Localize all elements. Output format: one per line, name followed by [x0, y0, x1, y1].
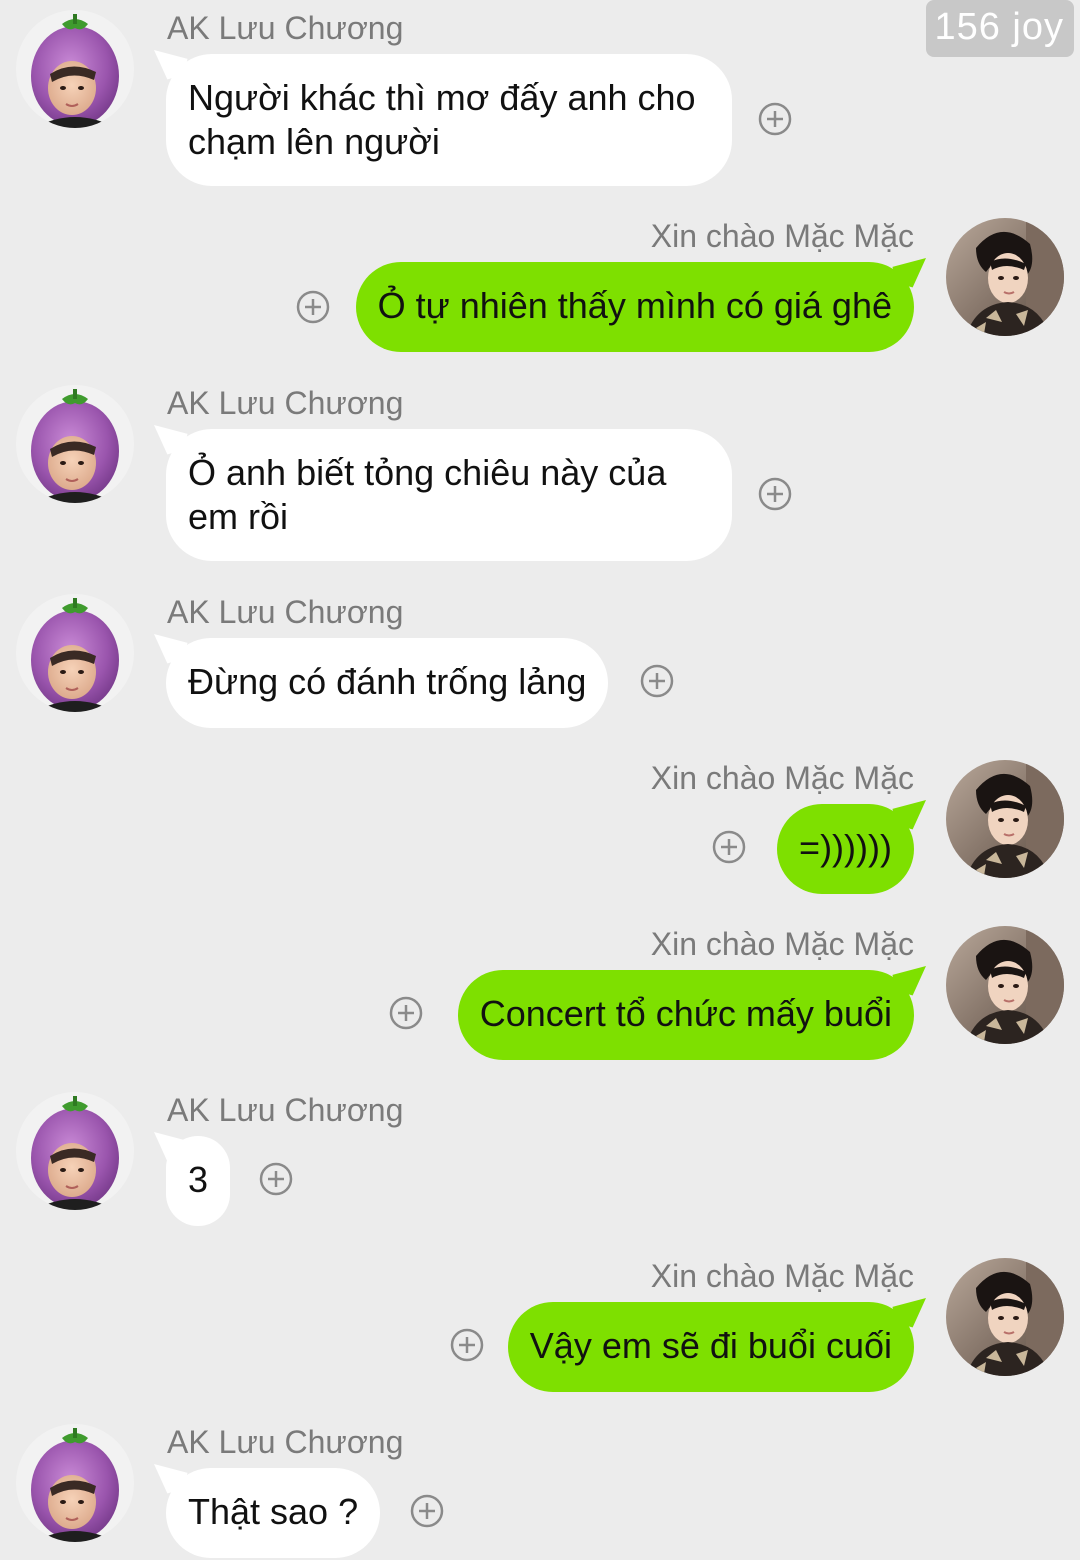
message-bubble[interactable]: Đừng có đánh trống lảng	[166, 638, 609, 728]
message-bubble[interactable]: Người khác thì mơ đấy anh cho chạm lên n…	[166, 54, 732, 186]
chat-message-outgoing: Xin chào Mặc Mặc =))))))	[0, 760, 1080, 900]
plus-circle-icon[interactable]	[259, 1162, 293, 1196]
chat-message-incoming: AK Lưu Chương Người khác thì mơ đấy anh …	[0, 10, 1080, 190]
plus-circle-icon[interactable]	[410, 1494, 444, 1528]
sender-name: Xin chào Mặc Mặc	[650, 926, 914, 962]
plus-circle-icon[interactable]	[712, 830, 746, 864]
eggplant-hat-avatar[interactable]	[16, 594, 134, 712]
plus-circle-icon[interactable]	[389, 996, 423, 1030]
message-bubble[interactable]: Ỏ anh biết tỏng chiêu này của em rồi	[166, 429, 732, 561]
chat-message-incoming: AK Lưu Chương 3	[0, 1092, 1080, 1232]
message-bubble[interactable]: Ỏ tự nhiên thấy mình có giá ghê	[355, 262, 914, 352]
profile-photo-avatar[interactable]	[946, 760, 1064, 878]
sender-name: AK Lưu Chương	[167, 594, 404, 630]
profile-photo-avatar[interactable]	[946, 1258, 1064, 1376]
message-bubble[interactable]: Thật sao ?	[166, 1468, 381, 1558]
eggplant-hat-avatar[interactable]	[16, 385, 134, 503]
sender-name: AK Lưu Chương	[167, 10, 404, 46]
message-bubble[interactable]: =))))))	[777, 804, 914, 894]
sender-name: Xin chào Mặc Mặc	[650, 218, 914, 254]
eggplant-hat-avatar[interactable]	[16, 1424, 134, 1542]
chat-message-incoming: AK Lưu Chương Ỏ anh biết tỏng chiêu này …	[0, 385, 1080, 565]
chat-message-outgoing: Xin chào Mặc Mặc Vậy em sẽ đi buổi cuối	[0, 1258, 1080, 1398]
sender-name: AK Lưu Chương	[167, 385, 404, 421]
profile-photo-avatar[interactable]	[946, 926, 1064, 1044]
eggplant-hat-avatar[interactable]	[16, 10, 134, 128]
sender-name: Xin chào Mặc Mặc	[650, 760, 914, 796]
sender-name: Xin chào Mặc Mặc	[650, 1258, 914, 1294]
chat-message-outgoing: Xin chào Mặc Mặc Ỏ tự nhiên thấy mình có…	[0, 218, 1080, 358]
profile-photo-avatar[interactable]	[946, 218, 1064, 336]
chat-message-incoming: AK Lưu Chương Đừng có đánh trống lảng	[0, 594, 1080, 734]
message-bubble[interactable]: Vậy em sẽ đi buổi cuối	[507, 1302, 914, 1392]
plus-circle-icon[interactable]	[758, 477, 792, 511]
eggplant-hat-avatar[interactable]	[16, 1092, 134, 1210]
sender-name: AK Lưu Chương	[167, 1424, 404, 1460]
message-bubble[interactable]: 3	[166, 1136, 231, 1226]
plus-circle-icon[interactable]	[450, 1328, 484, 1362]
plus-circle-icon[interactable]	[296, 290, 330, 324]
chat-message-outgoing: Xin chào Mặc Mặc Concert tổ chức mấy buổ…	[0, 926, 1080, 1066]
chat-message-incoming: AK Lưu Chương Thật sao ?	[0, 1424, 1080, 1560]
message-bubble[interactable]: Concert tổ chức mấy buổi	[457, 970, 914, 1060]
plus-circle-icon[interactable]	[758, 102, 792, 136]
plus-circle-icon[interactable]	[640, 664, 674, 698]
sender-name: AK Lưu Chương	[167, 1092, 404, 1128]
